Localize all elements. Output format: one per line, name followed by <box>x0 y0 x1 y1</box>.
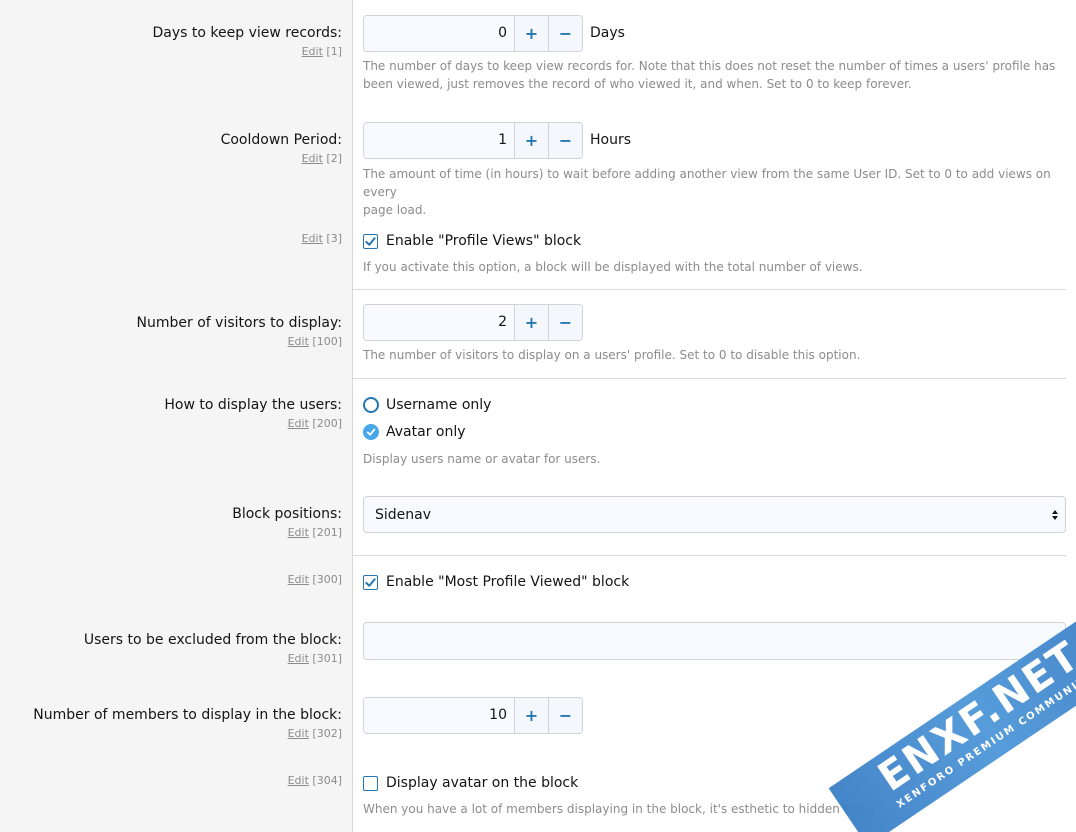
block-positions-label: Block positions: <box>232 506 342 522</box>
cooldown-spinbox: 1 + − <box>363 122 583 159</box>
increment-button[interactable]: + <box>514 698 548 733</box>
excluded-users-input[interactable] <box>363 622 1066 660</box>
most-viewed-checkbox[interactable] <box>363 574 378 590</box>
option-id: [201] <box>312 526 342 539</box>
radio-button-selected[interactable] <box>363 424 379 440</box>
block-positions-select[interactable]: Sidenav <box>363 496 1066 533</box>
edit-link[interactable]: Edit <box>302 45 323 58</box>
minus-icon: − <box>558 24 573 43</box>
excluded-users-edit: Edit [301] <box>288 652 342 665</box>
increment-button[interactable]: + <box>514 305 548 340</box>
decrement-button[interactable]: − <box>548 698 582 733</box>
cooldown-hint: The amount of time (in hours) to wait be… <box>363 165 1069 219</box>
section-divider <box>353 555 1066 556</box>
section-divider <box>353 378 1066 379</box>
members-count-edit: Edit [302] <box>288 727 342 740</box>
radio-label: Username only <box>386 397 492 413</box>
profile-views-edit: Edit [3] <box>302 232 342 245</box>
decrement-button[interactable]: − <box>548 16 582 51</box>
edit-link[interactable]: Edit <box>302 152 323 165</box>
edit-link[interactable]: Edit <box>288 652 309 665</box>
radio-label: Avatar only <box>386 424 466 440</box>
display-avatar-checkbox-label: Display avatar on the block <box>386 775 579 791</box>
visitors-count-input[interactable]: 2 <box>364 305 514 340</box>
cooldown-label: Cooldown Period: <box>220 132 342 148</box>
select-arrows-icon <box>1052 509 1058 520</box>
display-users-edit: Edit [200] <box>288 417 342 430</box>
checkmark-icon <box>365 577 376 587</box>
checkmark-icon <box>365 236 376 246</box>
edit-link[interactable]: Edit <box>288 526 309 539</box>
section-divider <box>353 289 1066 290</box>
radio-username-only[interactable]: Username only <box>363 397 491 413</box>
excluded-users-label: Users to be excluded from the block: <box>83 632 342 648</box>
display-avatar-hint: When you have a lot of members displayin… <box>363 802 875 816</box>
select-value: Sidenav <box>375 506 432 523</box>
edit-link[interactable]: Edit <box>288 727 309 740</box>
most-viewed-edit: Edit [300] <box>288 573 342 586</box>
option-id: [302] <box>312 727 342 740</box>
most-viewed-checkbox-row[interactable]: Enable "Most Profile Viewed" block <box>363 574 629 590</box>
display-avatar-checkbox-row[interactable]: Display avatar on the block <box>363 775 578 791</box>
visitors-count-hint: The number of visitors to display on a u… <box>363 348 861 362</box>
visitors-count-label: Number of visitors to display: <box>136 315 342 331</box>
visitors-count-edit: Edit [100] <box>288 335 342 348</box>
profile-views-checkbox-row[interactable]: Enable "Profile Views" block <box>363 233 581 249</box>
cooldown-input[interactable]: 1 <box>364 123 514 158</box>
increment-button[interactable]: + <box>514 123 548 158</box>
radio-avatar-only[interactable]: Avatar only <box>363 424 466 440</box>
option-id: [3] <box>326 232 342 245</box>
option-id: [304] <box>312 774 342 787</box>
edit-link[interactable]: Edit <box>288 335 309 348</box>
options-page: Days to keep view records: Edit [1] 0 + … <box>0 0 1076 832</box>
radio-button[interactable] <box>363 397 379 413</box>
option-id: [300] <box>312 573 342 586</box>
minus-icon: − <box>558 706 573 725</box>
profile-views-hint: If you activate this option, a block wil… <box>363 260 863 274</box>
hint-line: The number of days to keep view records … <box>363 59 1056 73</box>
days-unit: Days <box>590 25 625 41</box>
members-count-input[interactable]: 10 <box>364 698 514 733</box>
days-to-keep-label: Days to keep view records: <box>152 25 343 41</box>
days-to-keep-spinbox: 0 + − <box>363 15 583 52</box>
hours-unit: Hours <box>590 132 632 148</box>
plus-icon: + <box>524 24 539 43</box>
display-users-hint: Display users name or avatar for users. <box>363 452 601 466</box>
block-positions-edit: Edit [201] <box>288 526 342 539</box>
display-avatar-edit: Edit [304] <box>288 774 342 787</box>
minus-icon: − <box>558 131 573 150</box>
option-id: [301] <box>312 652 342 665</box>
most-viewed-checkbox-label: Enable "Most Profile Viewed" block <box>386 574 630 590</box>
edit-link[interactable]: Edit <box>288 774 309 787</box>
cooldown-edit: Edit [2] <box>302 152 342 165</box>
days-to-keep-edit: Edit [1] <box>302 45 342 58</box>
option-id: [1] <box>326 45 342 58</box>
members-count-spinbox: 10 + − <box>363 697 583 734</box>
decrement-button[interactable]: − <box>548 305 582 340</box>
days-to-keep-input[interactable]: 0 <box>364 16 514 51</box>
display-users-label: How to display the users: <box>164 397 342 413</box>
edit-link[interactable]: Edit <box>302 232 323 245</box>
plus-icon: + <box>524 131 539 150</box>
option-id: [100] <box>312 335 342 348</box>
option-id: [2] <box>326 152 342 165</box>
hint-line: been viewed, just removes the record of … <box>363 77 912 91</box>
edit-link[interactable]: Edit <box>288 573 309 586</box>
increment-button[interactable]: + <box>514 16 548 51</box>
minus-icon: − <box>558 313 573 332</box>
display-avatar-checkbox[interactable] <box>363 775 378 791</box>
members-count-label: Number of members to display in the bloc… <box>33 707 342 723</box>
hint-line: The amount of time (in hours) to wait be… <box>363 167 1051 199</box>
checkmark-icon <box>366 428 376 436</box>
visitors-count-spinbox: 2 + − <box>363 304 583 341</box>
decrement-button[interactable]: − <box>548 123 582 158</box>
days-to-keep-hint: The number of days to keep view records … <box>363 57 1069 93</box>
plus-icon: + <box>524 706 539 725</box>
edit-link[interactable]: Edit <box>288 417 309 430</box>
plus-icon: + <box>524 313 539 332</box>
profile-views-checkbox[interactable] <box>363 233 378 249</box>
hint-line: page load. <box>363 203 427 217</box>
option-id: [200] <box>312 417 342 430</box>
profile-views-checkbox-label: Enable "Profile Views" block <box>386 233 582 249</box>
